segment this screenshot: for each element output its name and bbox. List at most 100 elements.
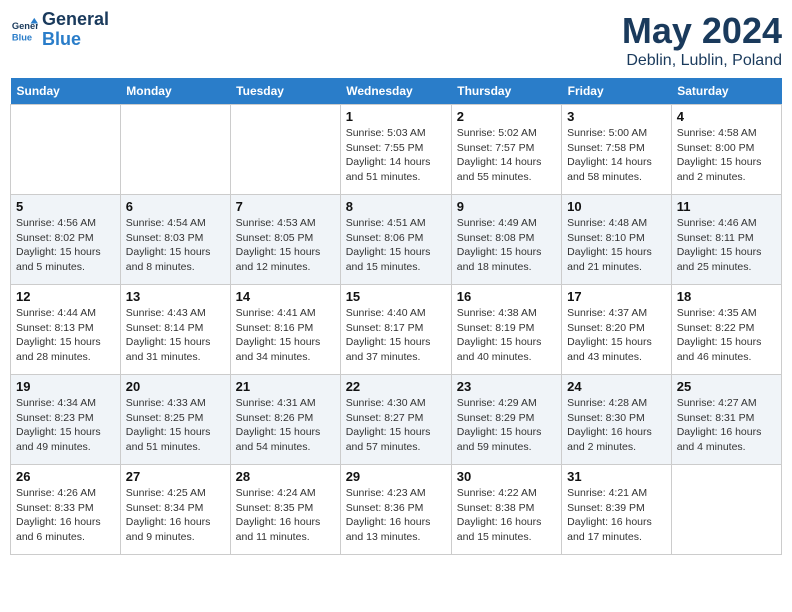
calendar-cell: 18 Sunrise: 4:35 AM Sunset: 8:22 PM Dayli… bbox=[671, 285, 781, 375]
calendar-cell: 19 Sunrise: 4:34 AM Sunset: 8:23 PM Dayli… bbox=[11, 375, 121, 465]
day-info: Sunrise: 4:33 AM Sunset: 8:25 PM Dayligh… bbox=[126, 396, 225, 455]
day-info: Sunrise: 4:40 AM Sunset: 8:17 PM Dayligh… bbox=[346, 306, 446, 365]
day-info: Sunrise: 4:25 AM Sunset: 8:34 PM Dayligh… bbox=[126, 486, 225, 545]
day-info: Sunrise: 4:46 AM Sunset: 8:11 PM Dayligh… bbox=[677, 216, 776, 275]
calendar-cell: 9 Sunrise: 4:49 AM Sunset: 8:08 PM Daylig… bbox=[451, 195, 561, 285]
calendar-cell: 27 Sunrise: 4:25 AM Sunset: 8:34 PM Dayli… bbox=[120, 465, 230, 555]
day-info: Sunrise: 4:43 AM Sunset: 8:14 PM Dayligh… bbox=[126, 306, 225, 365]
day-number: 8 bbox=[346, 199, 446, 214]
day-number: 21 bbox=[236, 379, 335, 394]
day-info: Sunrise: 4:53 AM Sunset: 8:05 PM Dayligh… bbox=[236, 216, 335, 275]
day-info: Sunrise: 4:44 AM Sunset: 8:13 PM Dayligh… bbox=[16, 306, 115, 365]
day-number: 5 bbox=[16, 199, 115, 214]
calendar-cell: 29Sunrise: 4:23 AM Sunset: 8:36 PM Dayli… bbox=[340, 465, 451, 555]
day-number: 7 bbox=[236, 199, 335, 214]
day-number: 18 bbox=[677, 289, 776, 304]
calendar-cell: 5 Sunrise: 4:56 AM Sunset: 8:02 PM Daylig… bbox=[11, 195, 121, 285]
day-number: 14 bbox=[236, 289, 335, 304]
calendar-cell: 30 Sunrise: 4:22 AM Sunset: 8:38 PM Dayli… bbox=[451, 465, 561, 555]
month-title: May 2024 bbox=[622, 10, 782, 52]
calendar-cell: 1 Sunrise: 5:03 AM Sunset: 7:55 PM Daylig… bbox=[340, 105, 451, 195]
header-cell-wednesday: Wednesday bbox=[340, 78, 451, 105]
day-number: 30 bbox=[457, 469, 556, 484]
header-cell-monday: Monday bbox=[120, 78, 230, 105]
day-number: 26 bbox=[16, 469, 115, 484]
calendar-cell: 22Sunrise: 4:30 AM Sunset: 8:27 PM Dayli… bbox=[340, 375, 451, 465]
calendar-cell bbox=[11, 105, 121, 195]
day-info: Sunrise: 4:58 AM Sunset: 8:00 PM Dayligh… bbox=[677, 126, 776, 185]
day-number: 19 bbox=[16, 379, 115, 394]
header-cell-thursday: Thursday bbox=[451, 78, 561, 105]
calendar-cell: 11 Sunrise: 4:46 AM Sunset: 8:11 PM Dayli… bbox=[671, 195, 781, 285]
day-info: Sunrise: 5:02 AM Sunset: 7:57 PM Dayligh… bbox=[457, 126, 556, 185]
calendar-cell: 21Sunrise: 4:31 AM Sunset: 8:26 PM Dayli… bbox=[230, 375, 340, 465]
day-info: Sunrise: 5:03 AM Sunset: 7:55 PM Dayligh… bbox=[346, 126, 446, 185]
header-row: SundayMondayTuesdayWednesdayThursdayFrid… bbox=[11, 78, 782, 105]
day-info: Sunrise: 4:35 AM Sunset: 8:22 PM Dayligh… bbox=[677, 306, 776, 365]
day-info: Sunrise: 4:26 AM Sunset: 8:33 PM Dayligh… bbox=[16, 486, 115, 545]
day-number: 1 bbox=[346, 109, 446, 124]
location-title: Deblin, Lublin, Poland bbox=[622, 52, 782, 70]
day-number: 13 bbox=[126, 289, 225, 304]
day-number: 9 bbox=[457, 199, 556, 214]
day-number: 16 bbox=[457, 289, 556, 304]
day-info: Sunrise: 4:28 AM Sunset: 8:30 PM Dayligh… bbox=[567, 396, 666, 455]
calendar-cell: 13 Sunrise: 4:43 AM Sunset: 8:14 PM Dayli… bbox=[120, 285, 230, 375]
calendar-cell: 3 Sunrise: 5:00 AM Sunset: 7:58 PM Daylig… bbox=[562, 105, 672, 195]
calendar-cell bbox=[230, 105, 340, 195]
day-number: 6 bbox=[126, 199, 225, 214]
day-number: 11 bbox=[677, 199, 776, 214]
calendar-cell: 15 Sunrise: 4:40 AM Sunset: 8:17 PM Dayli… bbox=[340, 285, 451, 375]
day-number: 3 bbox=[567, 109, 666, 124]
day-info: Sunrise: 4:37 AM Sunset: 8:20 PM Dayligh… bbox=[567, 306, 666, 365]
header: General Blue General Blue May 2024 Debli… bbox=[10, 10, 782, 70]
day-info: Sunrise: 4:41 AM Sunset: 8:16 PM Dayligh… bbox=[236, 306, 335, 365]
week-row-4: 26 Sunrise: 4:26 AM Sunset: 8:33 PM Dayli… bbox=[11, 465, 782, 555]
day-number: 4 bbox=[677, 109, 776, 124]
day-info: Sunrise: 4:56 AM Sunset: 8:02 PM Dayligh… bbox=[16, 216, 115, 275]
calendar-cell: 7 Sunrise: 4:53 AM Sunset: 8:05 PM Daylig… bbox=[230, 195, 340, 285]
week-row-2: 12 Sunrise: 4:44 AM Sunset: 8:13 PM Dayli… bbox=[11, 285, 782, 375]
day-number: 27 bbox=[126, 469, 225, 484]
logo-icon: General Blue bbox=[10, 16, 38, 44]
calendar-cell: 4 Sunrise: 4:58 AM Sunset: 8:00 PM Daylig… bbox=[671, 105, 781, 195]
calendar-cell: 14 Sunrise: 4:41 AM Sunset: 8:16 PM Dayli… bbox=[230, 285, 340, 375]
day-info: Sunrise: 4:49 AM Sunset: 8:08 PM Dayligh… bbox=[457, 216, 556, 275]
week-row-1: 5 Sunrise: 4:56 AM Sunset: 8:02 PM Daylig… bbox=[11, 195, 782, 285]
day-number: 15 bbox=[346, 289, 446, 304]
header-cell-friday: Friday bbox=[562, 78, 672, 105]
calendar-cell: 26 Sunrise: 4:26 AM Sunset: 8:33 PM Dayli… bbox=[11, 465, 121, 555]
calendar-cell: 16Sunrise: 4:38 AM Sunset: 8:19 PM Dayli… bbox=[451, 285, 561, 375]
header-cell-saturday: Saturday bbox=[671, 78, 781, 105]
day-number: 31 bbox=[567, 469, 666, 484]
day-info: Sunrise: 4:29 AM Sunset: 8:29 PM Dayligh… bbox=[457, 396, 556, 455]
calendar-cell: 10Sunrise: 4:48 AM Sunset: 8:10 PM Dayli… bbox=[562, 195, 672, 285]
day-number: 17 bbox=[567, 289, 666, 304]
title-area: May 2024 Deblin, Lublin, Poland bbox=[622, 10, 782, 70]
day-info: Sunrise: 4:23 AM Sunset: 8:36 PM Dayligh… bbox=[346, 486, 446, 545]
calendar-cell: 12 Sunrise: 4:44 AM Sunset: 8:13 PM Dayli… bbox=[11, 285, 121, 375]
day-info: Sunrise: 5:00 AM Sunset: 7:58 PM Dayligh… bbox=[567, 126, 666, 185]
week-row-0: 1 Sunrise: 5:03 AM Sunset: 7:55 PM Daylig… bbox=[11, 105, 782, 195]
svg-text:Blue: Blue bbox=[12, 32, 32, 42]
day-info: Sunrise: 4:22 AM Sunset: 8:38 PM Dayligh… bbox=[457, 486, 556, 545]
calendar-cell: 6 Sunrise: 4:54 AM Sunset: 8:03 PM Daylig… bbox=[120, 195, 230, 285]
calendar-cell: 31Sunrise: 4:21 AM Sunset: 8:39 PM Dayli… bbox=[562, 465, 672, 555]
calendar-cell bbox=[671, 465, 781, 555]
day-number: 20 bbox=[126, 379, 225, 394]
day-info: Sunrise: 4:24 AM Sunset: 8:35 PM Dayligh… bbox=[236, 486, 335, 545]
day-number: 23 bbox=[457, 379, 556, 394]
day-number: 12 bbox=[16, 289, 115, 304]
day-info: Sunrise: 4:34 AM Sunset: 8:23 PM Dayligh… bbox=[16, 396, 115, 455]
calendar-cell: 24Sunrise: 4:28 AM Sunset: 8:30 PM Dayli… bbox=[562, 375, 672, 465]
day-info: Sunrise: 4:30 AM Sunset: 8:27 PM Dayligh… bbox=[346, 396, 446, 455]
week-row-3: 19 Sunrise: 4:34 AM Sunset: 8:23 PM Dayli… bbox=[11, 375, 782, 465]
calendar-cell: 25Sunrise: 4:27 AM Sunset: 8:31 PM Dayli… bbox=[671, 375, 781, 465]
calendar-cell: 2Sunrise: 5:02 AM Sunset: 7:57 PM Daylig… bbox=[451, 105, 561, 195]
calendar-cell bbox=[120, 105, 230, 195]
calendar-cell: 28 Sunrise: 4:24 AM Sunset: 8:35 PM Dayli… bbox=[230, 465, 340, 555]
day-info: Sunrise: 4:48 AM Sunset: 8:10 PM Dayligh… bbox=[567, 216, 666, 275]
day-info: Sunrise: 4:54 AM Sunset: 8:03 PM Dayligh… bbox=[126, 216, 225, 275]
header-cell-sunday: Sunday bbox=[11, 78, 121, 105]
day-number: 28 bbox=[236, 469, 335, 484]
